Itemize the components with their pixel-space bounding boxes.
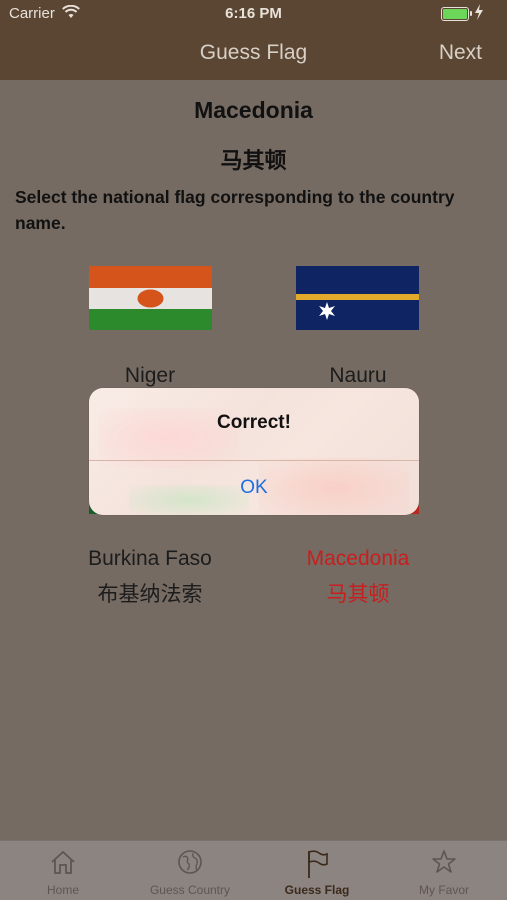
nav-title: Guess Flag: [199, 41, 308, 64]
option-label-macedonia-cn: 马其顿: [326, 583, 390, 606]
tab-guess-flag-label: Guess Flag: [284, 883, 350, 897]
clock: 6:16 PM: [225, 5, 282, 22]
tab-my-favor-label: My Favor: [418, 883, 469, 897]
tab-guess-country-label: Guess Country: [149, 883, 231, 897]
instruction-text: Select the national flag corresponding t…: [15, 187, 455, 233]
flag-icon: [308, 850, 328, 878]
tab-guess-flag[interactable]: Guess Flag: [254, 841, 380, 900]
nauru-flag-option[interactable]: [296, 266, 419, 330]
tab-home-label: Home: [46, 883, 79, 897]
next-button[interactable]: Next: [439, 41, 482, 65]
option-label-macedonia: Macedonia: [306, 547, 410, 570]
tab-bar: Home Guess Country Guess Flag My Favor: [0, 840, 507, 900]
niger-flag-option[interactable]: [89, 266, 212, 330]
option-label-burkina-faso-cn: 布基纳法索: [97, 583, 203, 606]
globe-icon: [178, 850, 202, 874]
status-bar: Carrier 6:16 PM: [0, 0, 507, 28]
battery-icon: [441, 7, 472, 21]
correct-alert-dialog: Correct! OK: [89, 388, 419, 515]
tab-home[interactable]: Home: [0, 841, 126, 900]
home-icon: [51, 850, 75, 874]
option-label-nauru: Nauru: [329, 364, 387, 387]
option-label-niger: Niger: [124, 364, 176, 387]
alert-title: Correct!: [217, 412, 291, 433]
tab-my-favor[interactable]: My Favor: [381, 841, 507, 900]
tab-guess-country[interactable]: Guess Country: [127, 841, 253, 900]
navigation-bar: Guess Flag Next: [0, 28, 507, 80]
star-icon: [432, 850, 456, 873]
question-country: Macedonia: [194, 97, 313, 123]
charging-icon: [475, 4, 483, 20]
question-country-cn: 马其顿: [220, 148, 287, 173]
alert-ok-button[interactable]: OK: [89, 461, 419, 515]
option-label-burkina-faso: Burkina Faso: [88, 547, 212, 570]
